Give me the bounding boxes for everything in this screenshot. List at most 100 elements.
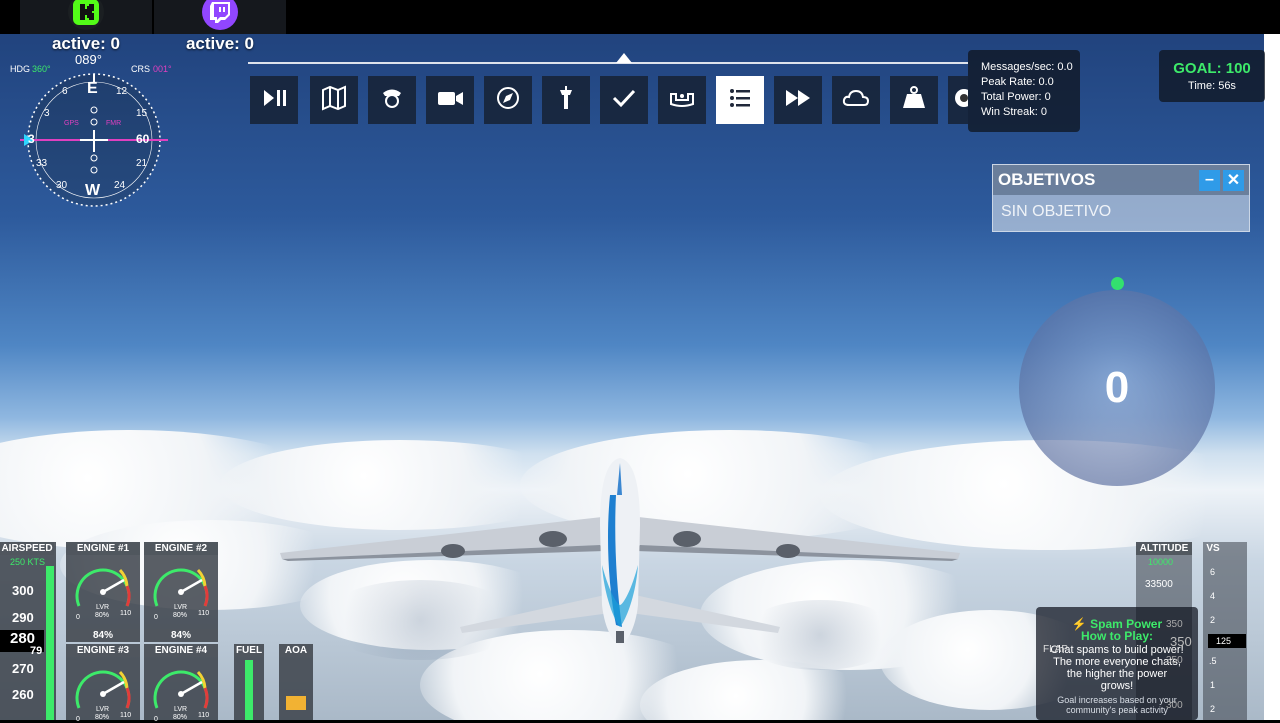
engine-lvr-pct: 80% <box>173 612 188 619</box>
engine-max: 110 <box>198 610 210 617</box>
kick-icon <box>68 0 104 30</box>
engine-label: ENGINE #2 <box>144 542 218 555</box>
close-button[interactable]: ✕ <box>1223 169 1244 191</box>
gear-icon <box>948 82 968 119</box>
engine-label: ENGINE #1 <box>66 542 140 555</box>
compass-3b: 3 <box>28 132 35 146</box>
camera-button[interactable] <box>426 76 474 124</box>
pilot-icon <box>376 82 408 119</box>
engine-max: 110 <box>120 610 132 617</box>
goal-time: Time: 56s <box>1188 80 1236 92</box>
camera-icon <box>434 82 466 119</box>
airspeed-tick-290: 290 <box>12 610 34 625</box>
atc-button[interactable] <box>542 76 590 124</box>
hdg-value: 360° <box>32 64 51 74</box>
weather-button[interactable] <box>832 76 880 124</box>
engine-gauge-2: ENGINE #2 0 110 LVR 80% 84% <box>144 542 218 642</box>
controls-icon <box>666 82 698 119</box>
compass-3: 3 <box>44 108 50 119</box>
crs-label: CRS <box>131 64 151 74</box>
minimize-button[interactable]: – <box>1199 169 1220 191</box>
checkmark-icon <box>608 82 640 119</box>
airspeed-tick-260: 260 <box>12 687 34 702</box>
compass-24: 24 <box>114 180 126 191</box>
airplane <box>280 458 960 645</box>
weight-button[interactable] <box>890 76 938 124</box>
controls-button[interactable] <box>658 76 706 124</box>
engine-pct: 84% <box>66 629 140 642</box>
hdg-label: HDG <box>10 64 30 74</box>
timeline-knob[interactable] <box>616 53 632 63</box>
engine-gauge-1: ENGINE #1 0 110 LVR 80% 84% <box>66 542 140 642</box>
vs-tick-6: 6 <box>1210 567 1216 577</box>
engine-max: 110 <box>198 712 210 719</box>
compass-12: 12 <box>116 86 128 97</box>
fuel-label: FUEL <box>234 644 264 657</box>
vs-label: VS <box>1206 543 1220 554</box>
messages-per-sec: Messages/sec: 0.0 <box>981 61 1073 73</box>
vs-tick-2b: 2 <box>1210 704 1216 714</box>
objectives-panel: OBJETIVOS – ✕ SIN OBJETIVO <box>992 164 1250 232</box>
engine-label: ENGINE #3 <box>66 644 140 657</box>
navlog-button[interactable] <box>484 76 532 124</box>
engine-lvr: LVR <box>96 706 110 713</box>
vs-tick-4: 4 <box>1210 591 1216 601</box>
engine-lvr: LVR <box>174 604 188 611</box>
engine-gauge-3: ENGINE #3 0 110 LVR 80% <box>66 644 140 723</box>
weather-cloud-icon <box>840 82 872 119</box>
total-power: Total Power: 0 <box>981 91 1051 103</box>
airspeed-current-sub: 79 <box>30 645 43 657</box>
compass-33: 33 <box>36 158 48 169</box>
list-button[interactable] <box>716 76 764 124</box>
compass-icon <box>492 82 524 119</box>
engine-min: 0 <box>154 614 158 621</box>
kick-panel <box>20 0 152 34</box>
weight-icon <box>898 82 930 119</box>
map-button[interactable] <box>310 76 358 124</box>
vs-value: 125 <box>1216 636 1232 646</box>
fast-forward-icon <box>782 82 814 119</box>
objectives-empty: SIN OBJETIVO <box>1001 203 1112 220</box>
compass-15: 15 <box>136 108 148 119</box>
fast-forward-button[interactable] <box>774 76 822 124</box>
altitude-right-b: 350 <box>1170 634 1192 649</box>
airspeed-bug: 250 KTS <box>10 557 46 567</box>
flaps-label: FLAP <box>1043 644 1069 655</box>
objectives-header: OBJETIVOS – ✕ <box>993 165 1249 195</box>
altitude-right-d: 300 <box>1166 700 1183 711</box>
heading-readout: 089° <box>75 52 102 67</box>
airspeed-tick-270: 270 <box>12 661 34 676</box>
play-pause-icon <box>258 82 290 119</box>
altitude-right-c: 350 <box>1166 655 1183 666</box>
list-icon <box>724 82 756 119</box>
twitch-panel <box>154 0 286 34</box>
tower-icon <box>550 82 582 119</box>
compass-21: 21 <box>136 158 148 169</box>
pilot-button[interactable] <box>368 76 416 124</box>
gps-label: GPS <box>64 120 79 127</box>
power-indicator-dot <box>1111 277 1124 290</box>
fmr-label: FMR <box>106 120 122 127</box>
engine-min: 0 <box>76 614 80 621</box>
kick-active-count: active: 0 <box>51 34 121 53</box>
engine-gauge-4: ENGINE #4 0 110 LVR 80% <box>144 644 218 723</box>
power-meter: 0 <box>1019 290 1215 486</box>
compass-30: 30 <box>56 180 68 191</box>
aoa-label: AOA <box>279 644 313 657</box>
compass-6: 6 <box>62 86 68 97</box>
engine-lvr: LVR <box>96 604 110 611</box>
checklist-button[interactable] <box>600 76 648 124</box>
chat-stats-panel: Messages/sec: 0.0 Peak Rate: 0.0 Total P… <box>968 50 1080 132</box>
compass-w: W <box>85 182 101 199</box>
compass-60: 60 <box>136 132 150 146</box>
altitude-right-a: 350 <box>1166 619 1183 630</box>
engine-lvr: LVR <box>174 706 188 713</box>
play-pause-button[interactable] <box>250 76 298 124</box>
timeline-bar[interactable] <box>248 62 968 64</box>
crs-value: 001° <box>153 64 172 74</box>
settings-button[interactable] <box>948 76 968 124</box>
peak-rate: Peak Rate: 0.0 <box>981 76 1054 88</box>
goal-title: GOAL: 100 <box>1173 60 1251 77</box>
win-streak: Win Streak: 0 <box>981 106 1048 118</box>
vs-tick-1b: 1 <box>1210 680 1216 690</box>
